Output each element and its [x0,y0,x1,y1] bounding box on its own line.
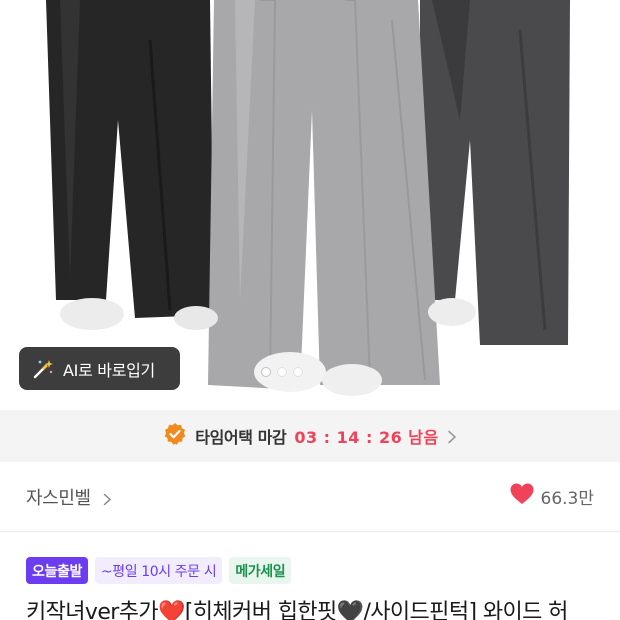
carousel-dot[interactable] [262,368,270,376]
magic-wand-icon [32,358,54,380]
time-attack-banner[interactable]: 타임어택 마감 03 : 14 : 26 남음 [0,410,620,462]
time-attack-label: 타임어택 마감 [195,428,287,447]
carousel-dot[interactable] [294,368,302,376]
verified-badge-icon [163,422,187,450]
chevron-right-icon [103,490,112,506]
countdown-timer: 03 : 14 : 26 남음 [294,428,439,447]
store-row: 자스민벨 66.3만 [0,462,620,532]
store-name: 자스민벨 [26,487,91,509]
product-title: 키작녀ver추가❤️[히체커버 힙한핏🖤/사이드핀턱] 와이드 허 [26,600,568,620]
heart-icon [509,482,535,511]
chevron-right-icon [447,429,457,444]
today-shipping-badge: 오늘출발 [26,557,88,584]
carousel-dot[interactable] [278,368,286,376]
store-link[interactable]: 자스민벨 [26,484,112,510]
ai-try-on-label: AI로 바로입기 [63,360,155,380]
like-count: 66.3만 [540,489,595,509]
ai-try-on-button[interactable]: AI로 바로입기 [19,347,180,390]
today-shipping-note: ~평일 10시 주문 시 [94,557,223,584]
like-button[interactable]: 66.3만 [509,482,595,511]
product-image-carousel[interactable]: AI로 바로입기 [0,0,620,410]
carousel-indicator [262,368,302,376]
mega-sale-badge: 메가세일 [229,557,292,584]
badge-row: 오늘출발 ~평일 10시 주문 시 메가세일 [26,557,292,584]
